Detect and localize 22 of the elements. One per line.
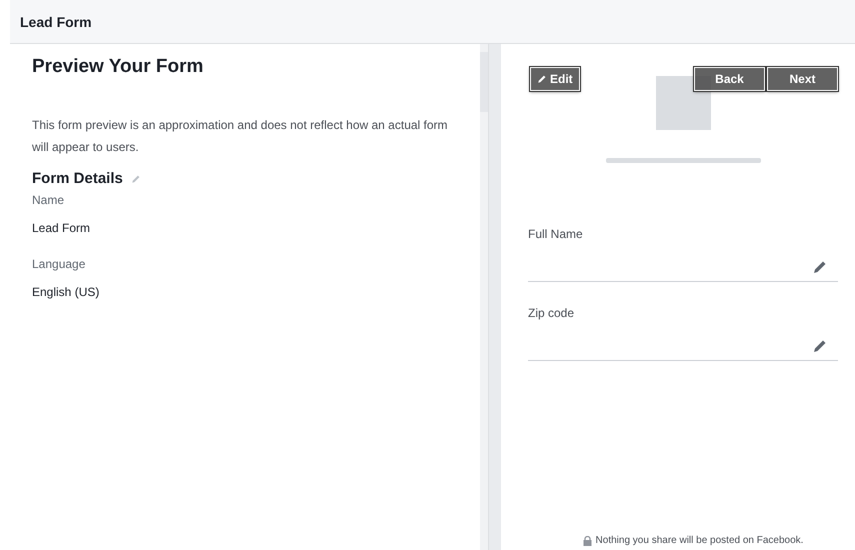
scrollbar-thumb[interactable] — [480, 52, 488, 112]
pencil-icon — [812, 338, 828, 354]
lock-icon — [582, 536, 592, 546]
detail-label: Name — [32, 193, 66, 207]
pencil-icon — [812, 259, 828, 275]
detail-value: English (US) — [32, 285, 100, 299]
preview-heading: Preview Your Form — [32, 56, 204, 78]
scrollbar-track[interactable] — [480, 44, 488, 550]
field-label: Full Name — [528, 227, 584, 241]
page-title: Lead Form — [20, 14, 92, 30]
field-label: Zip code — [528, 306, 576, 320]
pencil-icon — [130, 174, 141, 184]
edit-button[interactable]: Edit — [530, 67, 580, 91]
nav-button[interactable]: Next — [767, 67, 838, 91]
pencil-icon — [537, 74, 547, 84]
detail-label: Language — [32, 257, 86, 271]
image-placeholder — [656, 76, 711, 130]
privacy-note: Nothing you share will be posted on Facebook. — [596, 535, 804, 546]
detail-value: Lead Form — [32, 221, 92, 235]
section-heading: Form Details — [32, 170, 123, 187]
preview-description: This form preview is an approximation and does not reflect how an actual form will appear to users. — [32, 117, 449, 156]
nav-button[interactable]: Back — [694, 67, 765, 91]
